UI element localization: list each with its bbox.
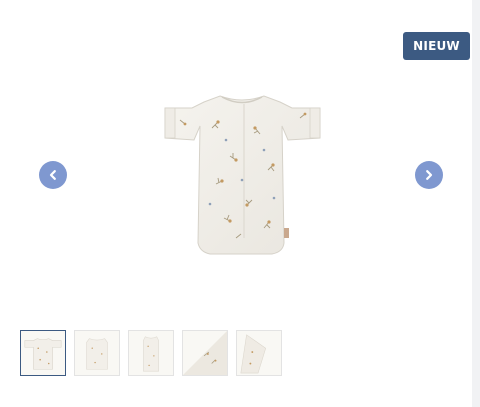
thumbnail-image [143, 336, 159, 372]
thumbnail-image [240, 334, 267, 374]
thumbnail-image [24, 338, 62, 370]
chevron-left-icon [49, 170, 56, 180]
new-badge: NIEUW [403, 32, 470, 60]
previous-image-button[interactable] [39, 161, 67, 189]
thumbnail-image [183, 331, 227, 375]
page-scroll-edge [472, 0, 480, 407]
product-gallery: NIEUW [0, 0, 472, 320]
thumbnail-image [86, 338, 108, 370]
product-main-image [164, 95, 321, 255]
thumbnail-1[interactable] [20, 330, 66, 376]
thumbnail-2[interactable] [74, 330, 120, 376]
next-image-button[interactable] [415, 161, 443, 189]
thumbnail-4[interactable] [182, 330, 228, 376]
thumbnail-3[interactable] [128, 330, 174, 376]
thumbnail-5[interactable] [236, 330, 282, 376]
chevron-right-icon [426, 170, 433, 180]
